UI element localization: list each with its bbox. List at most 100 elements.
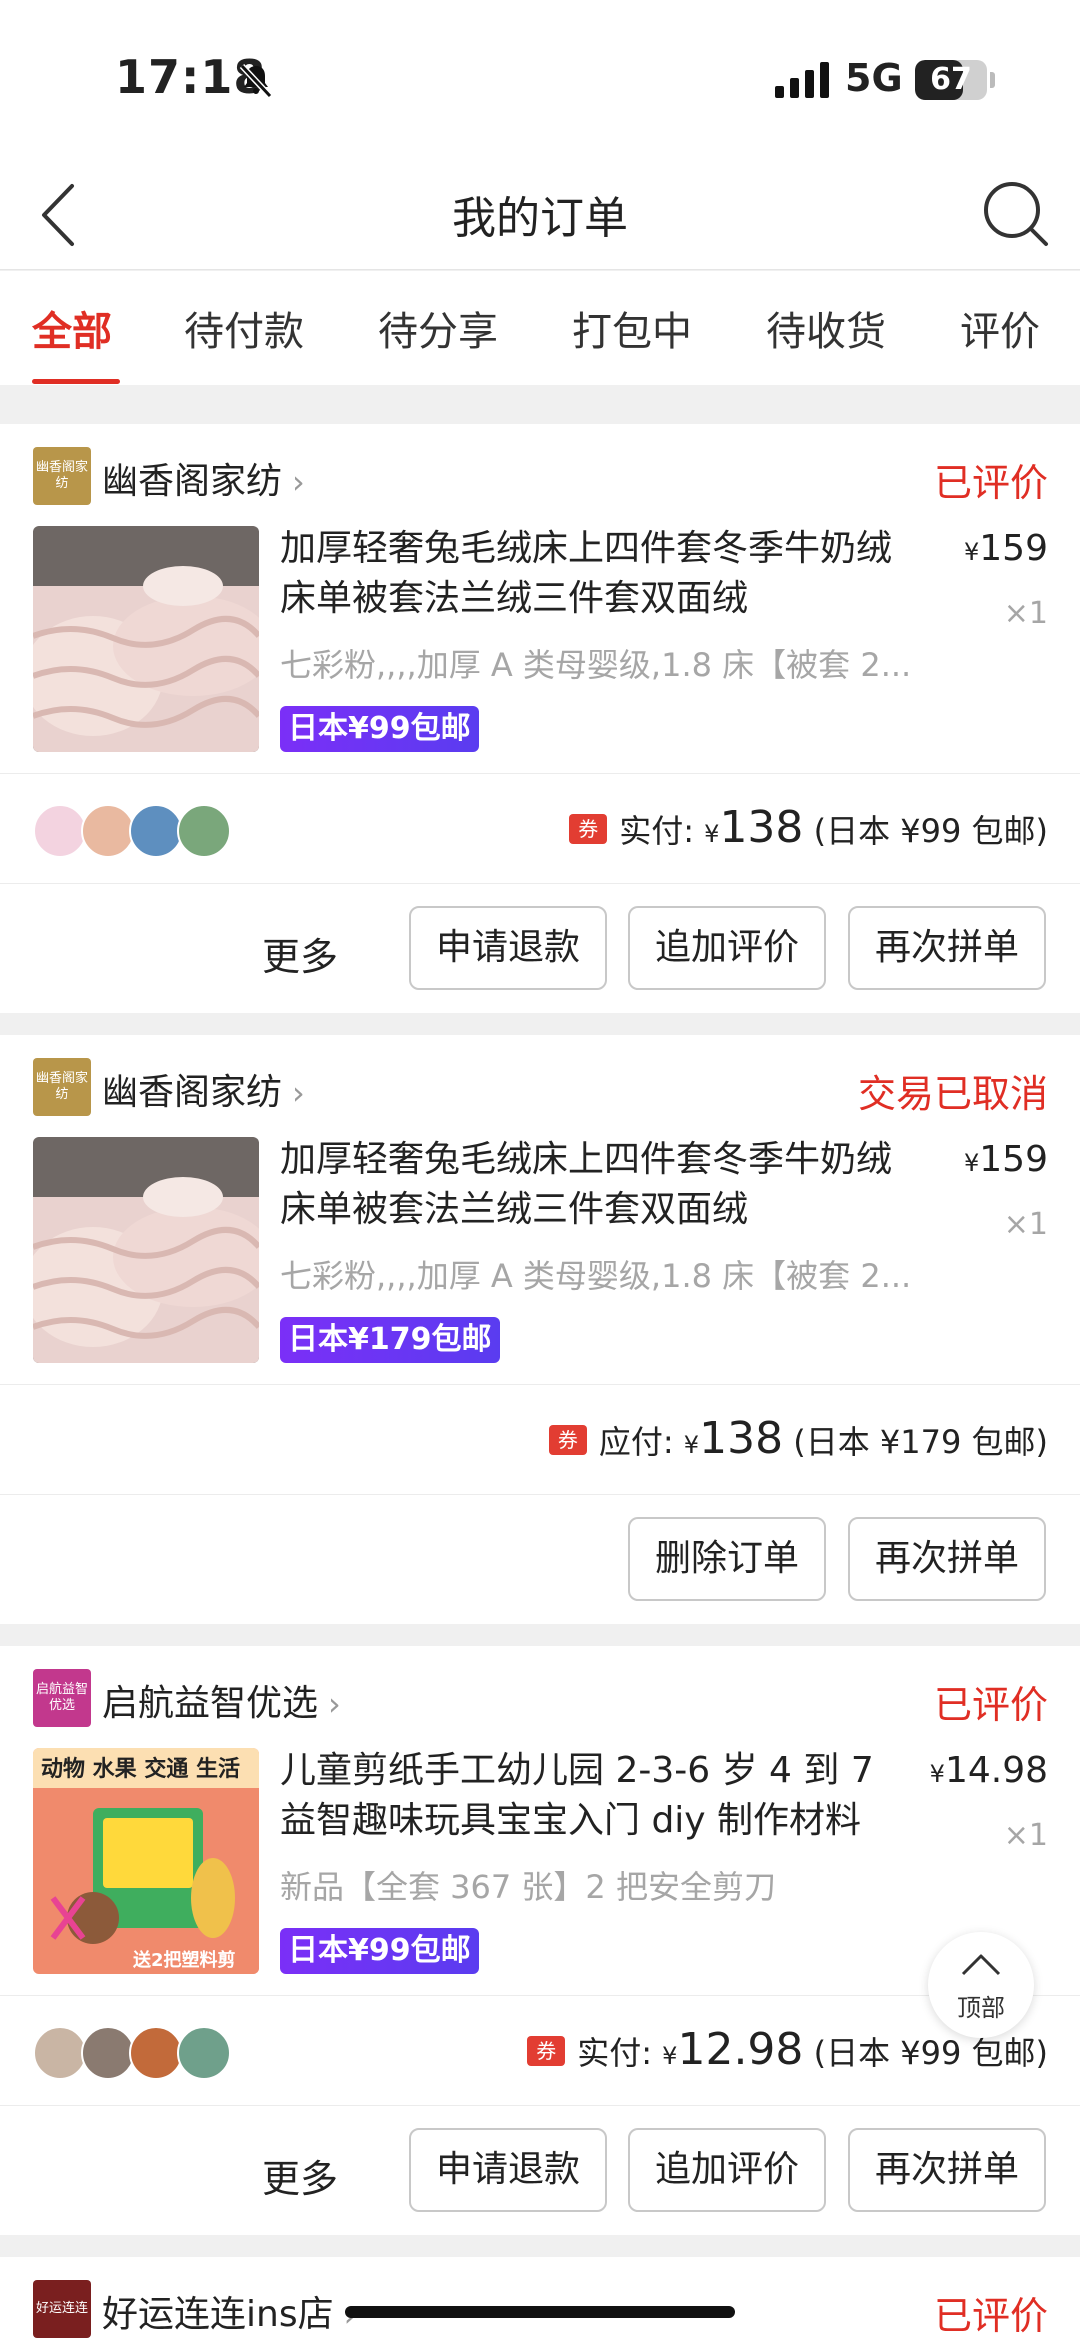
status-bar: 17:18 5G 67 [0, 0, 1080, 160]
reorder-button[interactable]: 再次拼单 [848, 2128, 1046, 2212]
product-spec: 七彩粉,,,,加厚 A 类母婴级,1.8 床【被套 2... [280, 646, 912, 684]
shop-logo: 启航益智优选 [33, 1669, 91, 1727]
tab-review[interactable]: 评价 [960, 299, 1040, 357]
shop-name-link[interactable]: 幽香阁家纺 › [102, 1063, 305, 1115]
order-tabs: 全部 待付款 待分享 打包中 待收货 评价 [0, 271, 1080, 385]
product-title[interactable]: 加厚轻奢兔毛绒床上四件套冬季牛奶绒床单被套法兰绒三件套双面绒 [280, 524, 920, 624]
request-refund-button[interactable]: 申请退款 [409, 2128, 607, 2212]
order-card: 启航益智优选 启航益智优选 › 已评价 动物 水果 交通 生活 送2把塑料剪 儿童… [0, 1646, 1080, 2235]
payment-note: (日本 ¥99 包邮) [813, 2034, 1048, 2072]
promo-badge: 日本¥99包邮 [280, 706, 479, 752]
coupon-icon: 券 [548, 1425, 587, 1455]
shop-logo: 好运连连 [33, 2280, 91, 2338]
tab-pending-receipt[interactable]: 待收货 [766, 299, 886, 357]
promo-badge: 日本¥99包邮 [280, 1928, 479, 1974]
battery-level: 67 [930, 62, 972, 97]
coupon-icon: 券 [569, 814, 608, 844]
payment-summary: 券应付: ¥138 (日本 ¥179 包邮) [548, 1413, 1048, 1464]
shop-logo: 幽香阁家纺 [33, 447, 91, 505]
shop-name: 幽香阁家纺 [102, 1072, 283, 1113]
more-button[interactable]: 更多 [262, 926, 338, 981]
avatar [81, 804, 135, 858]
tab-packing[interactable]: 打包中 [572, 299, 692, 357]
tab-pending-payment[interactable]: 待付款 [184, 299, 304, 357]
search-icon[interactable] [980, 178, 1052, 250]
network-type: 5G [845, 56, 903, 100]
product-image[interactable]: 动物 水果 交通 生活 送2把塑料剪 [33, 1748, 259, 1974]
product-price: ¥159 [964, 528, 1048, 569]
order-status: 已评价 [933, 1683, 1048, 1727]
page-title: 我的订单 [452, 193, 628, 244]
battery-cap [990, 72, 995, 88]
product-image[interactable] [33, 1137, 259, 1363]
request-refund-button[interactable]: 申请退款 [409, 906, 607, 990]
product-quantity: ×1 [1003, 596, 1048, 631]
shop-name: 启航益智优选 [102, 1683, 319, 1724]
payment-amount: 138 [699, 1413, 784, 1464]
divider [0, 773, 1080, 774]
order-card: 幽香阁家纺 幽香阁家纺 › 已评价 加厚轻奢兔毛绒床上四件套冬季牛奶绒床单被套法兰… [0, 424, 1080, 1013]
product-title[interactable]: 儿童剪纸手工幼儿园 2-3-6 岁 4 到 7 益智趣味玩具宝宝入门 diy 制… [280, 1746, 920, 1846]
order-status: 已评价 [933, 2294, 1048, 2338]
payment-amount: 138 [719, 802, 804, 853]
chevron-right-icon: › [292, 463, 305, 501]
divider [0, 883, 1080, 884]
payment-summary: 券实付: ¥138 (日本 ¥99 包邮) [569, 802, 1048, 853]
back-to-top-label: 顶部 [957, 1994, 1005, 2022]
divider [0, 1494, 1080, 1495]
order-status: 交易已取消 [857, 1072, 1048, 1116]
payment-note: (日本 ¥99 包邮) [813, 812, 1048, 850]
avatar [81, 2026, 135, 2080]
avatar [177, 804, 231, 858]
shop-name-link[interactable]: 好运连连ins店› [102, 2285, 356, 2337]
cellular-signal-icon [775, 62, 829, 98]
avatar [33, 2026, 87, 2080]
reorder-button[interactable]: 再次拼单 [848, 906, 1046, 990]
divider [0, 1995, 1080, 1996]
product-spec: 七彩粉,,,,加厚 A 类母婴级,1.8 床【被套 2... [280, 1257, 912, 1295]
avatar [177, 2026, 231, 2080]
order-card: 幽香阁家纺 幽香阁家纺 › 交易已取消 加厚轻奢兔毛绒床上四件套冬季牛奶绒床单被套… [0, 1035, 1080, 1624]
avatar [33, 804, 87, 858]
home-indicator [345, 2306, 735, 2318]
promo-badge: 日本¥179包邮 [280, 1317, 500, 1363]
avatar [129, 804, 183, 858]
more-button[interactable]: 更多 [262, 2148, 338, 2203]
divider [0, 2105, 1080, 2106]
divider [0, 1384, 1080, 1385]
delete-order-button[interactable]: 删除订单 [628, 1517, 826, 1601]
payment-note: (日本 ¥179 包邮) [793, 1423, 1048, 1461]
tab-active-indicator [32, 379, 120, 384]
product-price: ¥14.98 [929, 1750, 1048, 1791]
add-review-button[interactable]: 追加评价 [628, 2128, 826, 2212]
product-spec: 新品【全套 367 张】2 把安全剪刀 [280, 1868, 776, 1906]
product-image[interactable] [33, 526, 259, 752]
order-card: 好运连连 好运连连ins店› 已评价 [0, 2257, 1080, 2341]
avatar [129, 2026, 183, 2080]
add-review-button[interactable]: 追加评价 [628, 906, 826, 990]
product-quantity: ×1 [1003, 1207, 1048, 1242]
shop-name: 好运连连ins店 [102, 2294, 334, 2335]
product-price: ¥159 [964, 1139, 1048, 1180]
product-quantity: ×1 [1003, 1818, 1048, 1853]
chevron-up-icon [961, 1954, 1001, 1976]
tab-all[interactable]: 全部 [32, 299, 112, 357]
product-title[interactable]: 加厚轻奢兔毛绒床上四件套冬季牛奶绒床单被套法兰绒三件套双面绒 [280, 1135, 920, 1235]
payment-amount: 12.98 [677, 2024, 804, 2075]
order-status: 已评价 [933, 461, 1048, 505]
chevron-right-icon: › [328, 1685, 341, 1723]
image-text-bottom: 送2把塑料剪 [132, 1949, 236, 1971]
tab-pending-share[interactable]: 待分享 [378, 299, 498, 357]
image-text-top: 动物 水果 交通 生活 [41, 1756, 240, 1782]
bell-muted-icon [239, 63, 273, 99]
battery-icon: 67 [915, 60, 987, 100]
nav-bar: 我的订单 [0, 160, 1080, 270]
back-to-top-button[interactable]: 顶部 [928, 1932, 1034, 2038]
coupon-icon: 券 [527, 2036, 566, 2066]
shop-name-link[interactable]: 幽香阁家纺 › [102, 452, 305, 504]
reorder-button[interactable]: 再次拼单 [848, 1517, 1046, 1601]
shop-name: 幽香阁家纺 [102, 461, 283, 502]
shop-name-link[interactable]: 启航益智优选 › [102, 1674, 341, 1726]
shop-logo: 幽香阁家纺 [33, 1058, 91, 1116]
chevron-right-icon: › [292, 1074, 305, 1112]
